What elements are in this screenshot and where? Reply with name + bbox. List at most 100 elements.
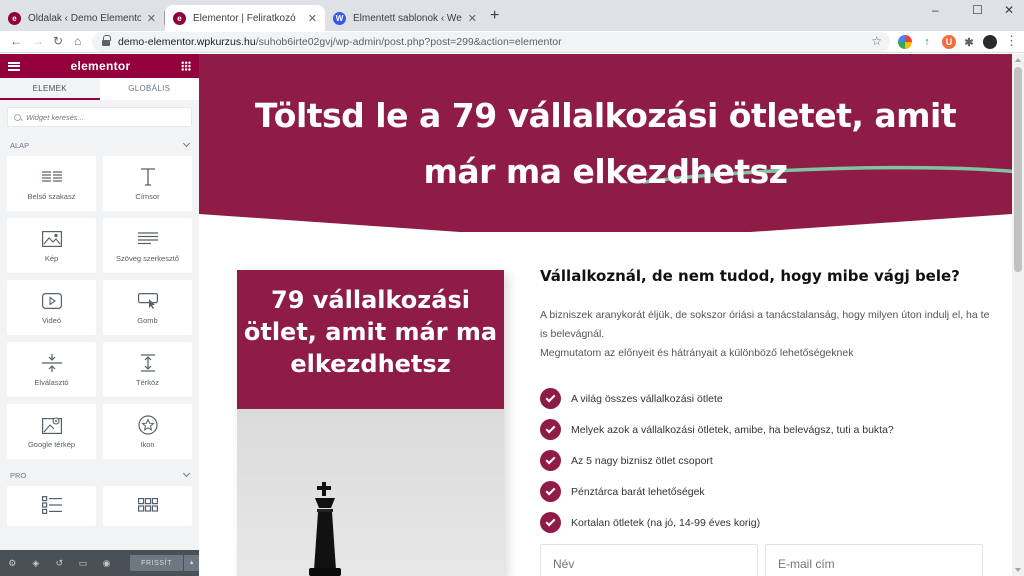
tab-global[interactable]: GLOBÁLIS [100,78,200,100]
category-pro-header[interactable]: PRO [0,464,199,486]
widget-video[interactable]: Videó [7,280,96,335]
category-label: ALAP [10,140,30,150]
reload-icon[interactable]: ↻ [53,34,63,48]
list-item-text: A világ összes vállalkozási ötlete [571,392,723,405]
name-field[interactable] [540,544,758,576]
update-button[interactable]: FRISSÍT [129,555,184,571]
widget-search-input[interactable] [26,112,186,122]
widget-label: Belső szakasz [27,192,76,201]
widget-grid-basic: Belső szakasz Címsor Kép Szöveg szerkesz… [0,156,199,459]
browser-toolbar: ← → ↻ ⌂ demo-elementor.wpkurzus.hu/suhob… [0,31,1024,53]
search-icon [14,113,21,121]
puzzle-extensions-icon[interactable]: ✱ [962,35,976,49]
hamburger-menu-icon[interactable] [8,61,20,71]
button-icon [137,290,158,312]
map-icon [41,414,62,436]
tab-elements[interactable]: ELEMEK [0,78,100,100]
category-label: PRO [10,470,27,480]
list-item-text: Melyek azok a vállalkozási ötletek, amib… [571,423,894,436]
history-icon[interactable]: ↺ [51,558,68,569]
widget-spacer[interactable]: Térköz [103,342,192,397]
close-tab-icon[interactable]: ✕ [147,12,156,25]
ublock-extension-icon[interactable]: U [942,35,956,49]
widget-icon[interactable]: Ikon [103,404,192,459]
browser-menu-icon[interactable]: ⋮ [1005,33,1018,49]
browser-tab-pages[interactable]: e Oldalak ‹ Demo Elementor — W… ✕ [0,5,164,31]
widget-label: Google térkép [27,440,76,449]
elementor-favicon: e [173,11,186,25]
back-icon[interactable]: ← [10,34,22,48]
browser-tab-elementor[interactable]: e Elementor | Feliratkozó ✕ [165,5,325,31]
description-paragraph: Megmutatom az előnyeit és hátrányait a k… [540,347,854,359]
check-circle-icon [540,481,561,502]
tab-title: Elementor | Feliratkozó [193,12,296,24]
widgets-grid-icon[interactable] [181,61,191,71]
scroll-up-icon[interactable] [1015,58,1021,62]
browser-tab-templates[interactable]: W Elmentett sablonok ‹ Webreviszi… ✕ [325,5,485,31]
scroll-down-icon[interactable] [1015,568,1021,572]
close-tab-icon[interactable]: ✕ [468,12,477,25]
page-scrollbar[interactable] [1012,54,1024,576]
ebook-cover: 79 vállalkozási ötlet, amit már ma elkez… [237,270,504,576]
navigator-layers-icon[interactable]: ◈ [28,558,45,569]
widget-divider[interactable]: Elválasztó [7,342,96,397]
widget-search [0,100,199,134]
close-window-icon[interactable]: ✕ [1004,3,1014,17]
email-field[interactable] [765,544,983,576]
heading-icon [140,166,156,188]
image-icon [41,228,62,250]
widget-inner-section[interactable]: Belső szakasz [7,156,96,211]
tab-title: Oldalak ‹ Demo Elementor — W… [28,12,141,24]
video-icon [41,290,62,312]
widget-pro-posts[interactable] [7,486,96,526]
widget-label: Szöveg szerkesztő [116,254,179,263]
text-editor-icon [137,228,158,250]
widget-label: Kép [44,254,59,263]
description-paragraph: A bizniszek aranykorát éljük, de sokszor… [540,309,990,340]
widget-google-maps[interactable]: Google térkép [7,404,96,459]
tab-title: Elmentett sablonok ‹ Webreviszi… [353,12,462,24]
star-icon [137,414,158,436]
new-tab-button[interactable]: + [490,7,499,25]
widget-button[interactable]: Gomb [103,280,192,335]
widget-pro-portfolio[interactable] [103,486,192,526]
publish-options-icon[interactable]: ▲ [184,555,200,571]
preview-eye-icon[interactable]: ◉ [98,558,115,569]
spacer-icon [138,352,158,374]
panel-footer: ⚙ ◈ ↺ ▭ ◉ FRISSÍT ▲ [0,550,200,576]
ebook-cover-title: 79 vállalkozási ötlet, amit már ma elkez… [243,286,498,378]
settings-gear-icon[interactable]: ⚙ [4,558,21,569]
widget-search-box[interactable] [7,107,192,127]
widget-label: Gomb [137,316,158,325]
widget-heading[interactable]: Címsor [103,156,192,211]
check-circle-icon [540,388,561,409]
maximize-icon[interactable]: ☐ [972,3,983,17]
list-item-text: Az 5 nagy biznisz ötlet csoport [571,454,713,467]
color-extension-icon[interactable] [898,35,912,49]
address-bar[interactable]: demo-elementor.wpkurzus.hu/suhob6irte02g… [92,32,890,52]
bookmark-star-icon[interactable]: ☆ [871,34,882,48]
offer-subheading: Vállalkoznál, de nem tudod, hogy mibe vá… [540,267,960,285]
forward-icon[interactable]: → [32,34,44,48]
widget-label: Térköz [136,378,159,387]
widget-grid-pro [0,486,199,526]
profile-avatar[interactable] [983,35,997,49]
responsive-mode-icon[interactable]: ▭ [75,558,92,569]
divider-icon [41,352,62,374]
widget-image[interactable]: Kép [7,218,96,273]
widget-label: Ikon [140,440,155,449]
minimize-icon[interactable]: – [932,3,939,17]
list-item: Az 5 nagy biznisz ötlet csoport [540,445,894,476]
widget-text-editor[interactable]: Szöveg szerkesztő [103,218,192,273]
elementor-favicon: e [8,11,21,25]
lock-icon [102,34,111,47]
category-basic-header[interactable]: ALAP [0,134,199,156]
hero-heading: Töltsd le a 79 vállalkozási ötletet, ami… [254,96,957,191]
portfolio-grid-icon [137,494,158,516]
close-tab-icon[interactable]: ✕ [308,12,317,25]
home-icon[interactable]: ⌂ [74,34,81,48]
check-circle-icon [540,512,561,533]
extension-arrow-icon[interactable]: ↑ [920,35,934,49]
widget-label: Címsor [135,192,160,201]
scrollbar-thumb[interactable] [1014,67,1022,272]
